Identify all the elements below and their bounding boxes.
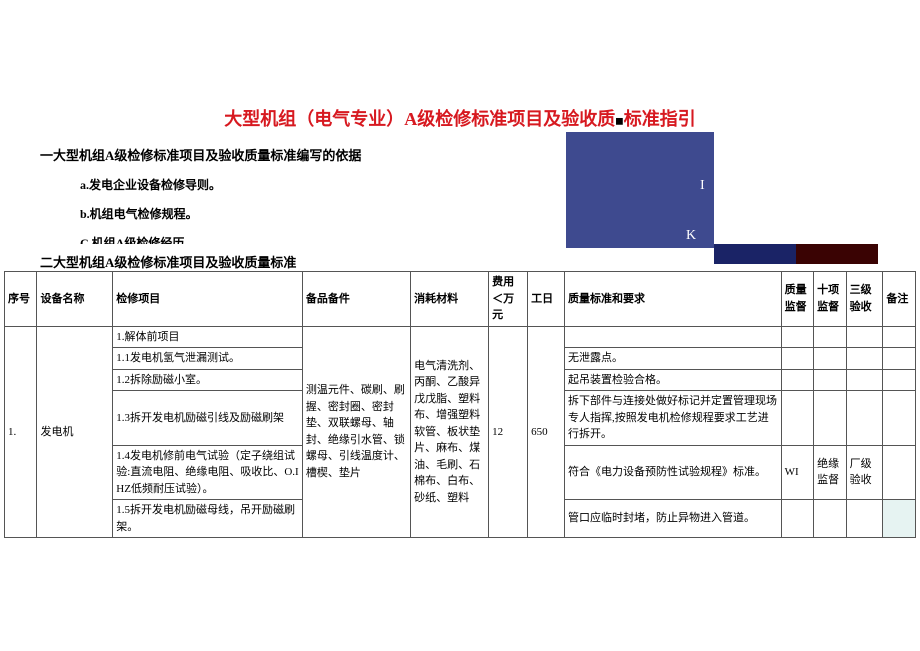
cell-req: 起吊装置检验合格。	[564, 369, 781, 391]
decorative-red-block	[796, 244, 878, 264]
cell-day: 650	[528, 326, 565, 538]
table-header-row: 序号 设备名称 检修项目 备品备件 消耗材料 费用＜万元 工日 质量标准和要求 …	[5, 272, 916, 327]
col-cost: 费用＜万元	[489, 272, 528, 327]
cell-q1	[781, 500, 813, 538]
cell-item: 1.3拆开发电机励磁引线及励磁刷架	[113, 391, 303, 446]
cell-q3	[846, 391, 883, 446]
cell-eq: 发电机	[37, 326, 113, 538]
cell-q1	[781, 326, 813, 348]
cell-mat: 电气清洗剂、丙酮、乙酸异戊戊脂、塑料布、增强塑料软管、板状垫片、麻布、煤油、毛刷…	[411, 326, 489, 538]
decorative-letter-k: K	[686, 228, 696, 244]
bullet-c: C 机组A级检修经历	[80, 234, 920, 244]
col-item: 检修项目	[113, 272, 303, 327]
cell-q3	[846, 500, 883, 538]
cell-item: 1.4发电机修前电气试验（定子绕组试验:直流电阻、绝缘电阻、吸收比、O.IHZ低…	[113, 445, 303, 500]
cell-note	[883, 326, 916, 348]
cell-q2	[814, 369, 846, 391]
cell-q2: 绝缘监督	[814, 445, 846, 500]
cell-q3	[846, 348, 883, 370]
cell-item: 1.1发电机氢气泄漏测试。	[113, 348, 303, 370]
table-row: 1. 发电机 1.解体前项目 测温元件、碳刷、刷握、密封圈、密封垫、双联螺母、轴…	[5, 326, 916, 348]
cell-cost: 12	[489, 326, 528, 538]
col-spare: 备品备件	[302, 272, 410, 327]
cell-q1	[781, 369, 813, 391]
col-q1: 质量监督	[781, 272, 813, 327]
title-square-icon: ■	[615, 114, 623, 129]
cell-item: 1.解体前项目	[113, 326, 303, 348]
col-day: 工日	[528, 272, 565, 327]
cell-req	[564, 326, 781, 348]
cell-note	[883, 445, 916, 500]
cell-q2	[814, 391, 846, 446]
col-eq: 设备名称	[37, 272, 113, 327]
cell-req: 符合《电力设备预防性试验规程》标准。	[564, 445, 781, 500]
cell-req: 无泄露点。	[564, 348, 781, 370]
section-1-heading: 一大型机组A级检修标准项目及验收质量标准编写的依据	[40, 145, 920, 164]
cell-note-shaded	[883, 500, 916, 538]
cell-q1	[781, 348, 813, 370]
decorative-letter-i: I	[700, 178, 705, 194]
cell-note	[883, 348, 916, 370]
bullet-b: b.机组电气检修规程。	[80, 205, 920, 222]
cell-q2	[814, 326, 846, 348]
cell-q3	[846, 369, 883, 391]
cell-q2	[814, 348, 846, 370]
cell-note	[883, 369, 916, 391]
col-req: 质量标准和要求	[564, 272, 781, 327]
col-mat: 消耗材料	[411, 272, 489, 327]
cell-q3: 厂级验收	[846, 445, 883, 500]
page-title-part1: 大型机组（电气专业）A级检修标准项目及验收质	[224, 109, 615, 129]
col-q3: 三级验收	[846, 272, 883, 327]
page-title-part2: 标准指引	[624, 109, 696, 129]
cell-req: 管口应临时封堵，防止异物进入管道。	[564, 500, 781, 538]
col-note: 备注	[883, 272, 916, 327]
cell-spare: 测温元件、碳刷、刷握、密封圈、密封垫、双联螺母、轴封、绝缘引水管、锁螺母、引线温…	[302, 326, 410, 538]
standards-table: 序号 设备名称 检修项目 备品备件 消耗材料 费用＜万元 工日 质量标准和要求 …	[4, 271, 916, 538]
cell-q3	[846, 326, 883, 348]
col-idx: 序号	[5, 272, 37, 327]
cell-q1	[781, 391, 813, 446]
cell-q2	[814, 500, 846, 538]
cell-q1: WI	[781, 445, 813, 500]
cell-item: 1.5拆开发电机励磁母线，吊开励磁刷架。	[113, 500, 303, 538]
cell-item: 1.2拆除励磁小室。	[113, 369, 303, 391]
cell-req: 拆下部件与连接处做好标记并定置管理现场专人指挥,按照发电机检修规程要求工艺进行拆…	[564, 391, 781, 446]
cell-note	[883, 391, 916, 446]
decorative-blue-block-2	[714, 244, 796, 264]
bullet-a: a.发电企业设备检修导则。	[80, 176, 920, 193]
col-q2: 十项监督	[814, 272, 846, 327]
cell-idx: 1.	[5, 326, 37, 538]
